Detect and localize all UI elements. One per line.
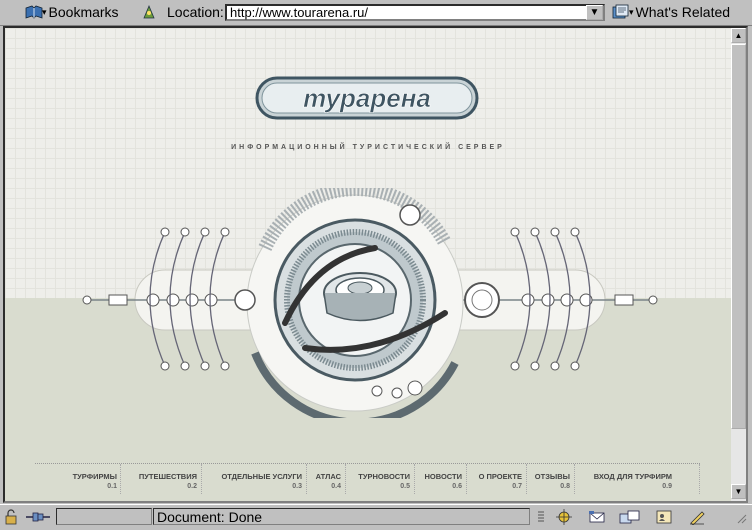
bookmarks-icon (24, 4, 43, 20)
location-toolbar: ▾ Bookmarks Location: http://www.tourare… (0, 0, 752, 26)
bookmarks-button[interactable]: ▾ Bookmarks (24, 2, 119, 22)
navigator-icon[interactable] (555, 509, 573, 525)
menu-divider (466, 464, 468, 494)
content-frame: турарена ИНФОРМАЦИОННЫЙ ТУРИСТИЧЕСКИЙ СЕ… (3, 26, 748, 503)
scroll-down-button[interactable]: ▼ (731, 484, 746, 499)
menu-item-label: НОВОСТИ (424, 472, 462, 481)
security-lock-icon[interactable] (4, 509, 22, 525)
menu-item-label: ПУТЕШЕСТВИЯ (138, 472, 197, 481)
menu-divider (201, 464, 203, 494)
menu-divider (345, 464, 347, 494)
location-dropdown-button[interactable]: ▼ (586, 5, 603, 20)
whats-related-dropdown-icon: ▾ (629, 6, 634, 17)
status-bar: Document: Done (0, 504, 752, 528)
central-emblem (82, 188, 658, 418)
menu-item-otzyvy[interactable]: ОТЗЫВЫ 0.8 (530, 472, 570, 490)
vertical-scrollbar[interactable]: ▲ ▼ (731, 28, 746, 501)
whats-related-button[interactable]: ▾ What's Related (611, 2, 730, 22)
whats-related-icon (611, 4, 629, 20)
menu-divider (120, 464, 122, 494)
menu-item-label: ОТЗЫВЫ (534, 472, 570, 481)
arrow-down-icon: ▼ (734, 486, 743, 496)
menu-item-o-proekte[interactable]: О ПРОЕКТЕ 0.7 (471, 472, 522, 490)
address-book-icon[interactable] (655, 509, 673, 525)
menu-item-number: 0.5 (400, 483, 410, 490)
menu-item-number: 0.1 (107, 483, 117, 490)
menu-item-vhod-dlya-turfirm[interactable]: ВХОД ДЛЯ ТУРФИРМ 0.9 (578, 472, 672, 490)
browser-window: ▾ Bookmarks Location: http://www.tourare… (0, 0, 752, 528)
menu-item-atlas[interactable]: АТЛАС 0.4 (311, 472, 341, 490)
menu-divider (414, 464, 416, 494)
online-status-icon[interactable] (24, 509, 52, 525)
menu-item-number: 0.9 (662, 483, 672, 490)
arrow-up-icon: ▲ (734, 30, 743, 40)
menu-item-novosti[interactable]: НОВОСТИ 0.6 (418, 472, 462, 490)
location-input[interactable]: http://www.tourarena.ru/ (225, 4, 605, 21)
menu-divider (574, 464, 576, 494)
scroll-thumb[interactable] (731, 44, 746, 429)
menu-item-number: 0.8 (560, 483, 570, 490)
menu-divider (306, 464, 308, 494)
newsgroups-icon[interactable] (618, 509, 642, 525)
bookmarks-dropdown-icon: ▾ (42, 6, 47, 17)
menu-item-number: 0.2 (187, 483, 197, 490)
page-proxy-button[interactable] (140, 2, 162, 22)
menu-item-number: 0.7 (512, 483, 522, 490)
web-page: турарена ИНФОРМАЦИОННЫЙ ТУРИСТИЧЕСКИЙ СЕ… (5, 28, 731, 501)
menu-item-label: ОТДЕЛЬНЫЕ УСЛУГИ (221, 472, 302, 481)
chevron-down-icon: ▼ (589, 6, 600, 18)
menu-item-label: ТУРНОВОСТИ (358, 472, 410, 481)
site-main-menu: ТУРФИРМЫ 0.1 ПУТЕШЕСТВИЯ 0.2 ОТДЕЛЬНЫЕ У… (35, 463, 700, 494)
mail-icon[interactable] (588, 509, 606, 525)
menu-divider (526, 464, 528, 494)
menu-item-number: 0.6 (452, 483, 462, 490)
menu-item-turfirmy[interactable]: ТУРФИРМЫ 0.1 (57, 472, 117, 490)
bookmarks-label: Bookmarks (48, 4, 119, 20)
scroll-up-button[interactable]: ▲ (731, 28, 746, 43)
menu-divider (699, 464, 701, 494)
menu-item-number: 0.4 (331, 483, 341, 490)
menu-item-otdelnye-uslugi[interactable]: ОТДЕЛЬНЫЕ УСЛУГИ 0.3 (207, 472, 302, 490)
page-proxy-icon (140, 4, 158, 20)
progress-cell (56, 508, 152, 525)
location-label: Location: (167, 4, 224, 20)
menu-item-number: 0.3 (292, 483, 302, 490)
menu-item-turnovosti[interactable]: ТУРНОВОСТИ 0.5 (349, 472, 410, 490)
status-text: Document: Done (153, 508, 530, 525)
site-logo-text: турарена (303, 83, 431, 113)
menu-item-label: О ПРОЕКТЕ (478, 472, 522, 481)
composer-icon[interactable] (688, 509, 706, 526)
resize-grip-icon[interactable] (734, 509, 748, 525)
site-tagline: ИНФОРМАЦИОННЫЙ ТУРИСТИЧЕСКИЙ СЕРВЕР (231, 144, 505, 151)
site-logo[interactable]: турарена (253, 72, 481, 124)
menu-item-label: ТУРФИРМЫ (72, 472, 117, 481)
menu-item-label: АТЛАС (315, 472, 341, 481)
menu-item-puteshestviya[interactable]: ПУТЕШЕСТВИЯ 0.2 (127, 472, 197, 490)
status-grip-icon (536, 509, 546, 525)
menu-item-label: ВХОД ДЛЯ ТУРФИРМ (593, 472, 672, 481)
whats-related-label: What's Related (635, 4, 731, 20)
